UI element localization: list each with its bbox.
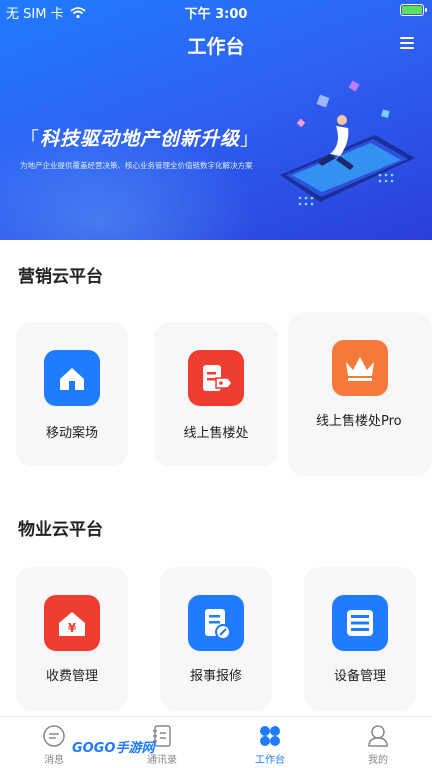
card-mobile-sales[interactable]: 移动案场 <box>16 322 128 466</box>
card-label: 移动案场 <box>45 426 98 441</box>
status-bar: 无 SIM 卡 下午 3:00 <box>0 0 432 22</box>
repair-document-icon <box>188 595 244 651</box>
section-title-marketing: 营销云平台 <box>18 267 103 287</box>
card-label: 报事报修 <box>189 669 242 684</box>
card-label: 收费管理 <box>45 669 98 684</box>
svg-text:¥: ¥ <box>68 621 77 635</box>
yuan-house-icon: ¥ <box>44 595 100 651</box>
banner-headline-text: 科技驱动地产创新升级 <box>40 128 241 150</box>
card-label: 设备管理 <box>333 669 386 684</box>
status-time: 下午 3:00 <box>184 7 248 22</box>
card-label: 线上售楼处Pro <box>316 414 402 429</box>
battery-level <box>402 6 422 14</box>
card-device-management[interactable]: 设备管理 <box>304 567 416 711</box>
tab-workbench[interactable]: 工作台 <box>216 717 324 768</box>
card-fee-management[interactable]: ¥ 收费管理 <box>16 567 128 711</box>
battery-icon <box>400 4 427 16</box>
hero-banner[interactable]: 工作台 「科技驱动地产创新升级」 为地产企业提供覆盖经营决策、核心业务管理全价值… <box>0 0 432 240</box>
hamburger-menu-icon[interactable] <box>400 37 414 49</box>
watermark-logo: GOGO手游网 <box>72 741 155 756</box>
workbench-icon <box>260 726 280 746</box>
banner-headline: 「科技驱动地产创新升级」 <box>20 124 260 151</box>
page-title: 工作台 <box>187 36 245 58</box>
tech-illustration-icon <box>280 80 415 206</box>
home-icon <box>44 350 100 406</box>
tab-bar: 消息 通讯录 工作台 我的 <box>0 716 432 768</box>
card-online-sales-office[interactable]: 线上售楼处 <box>154 322 278 466</box>
device-list-icon <box>332 595 388 651</box>
tab-label: 工作台 <box>255 755 285 766</box>
profile-icon <box>368 725 388 747</box>
banner-subtitle: 为地产企业提供覆盖经营决策、核心业务管理全价值链数字化解决方案 <box>20 161 253 170</box>
card-online-sales-office-pro[interactable]: 线上售楼处Pro <box>288 312 432 476</box>
bracket-close-icon: 」 <box>240 128 261 150</box>
section-title-property: 物业云平台 <box>18 520 103 540</box>
document-tag-icon <box>188 350 244 406</box>
tab-profile[interactable]: 我的 <box>324 717 432 768</box>
card-label: 线上售楼处 <box>183 426 249 441</box>
crown-icon <box>332 340 388 396</box>
bracket-open-icon: 「 <box>20 128 41 150</box>
tab-label: 我的 <box>368 755 388 766</box>
card-report-repair[interactable]: 报事报修 <box>160 567 272 711</box>
message-icon <box>43 725 65 747</box>
